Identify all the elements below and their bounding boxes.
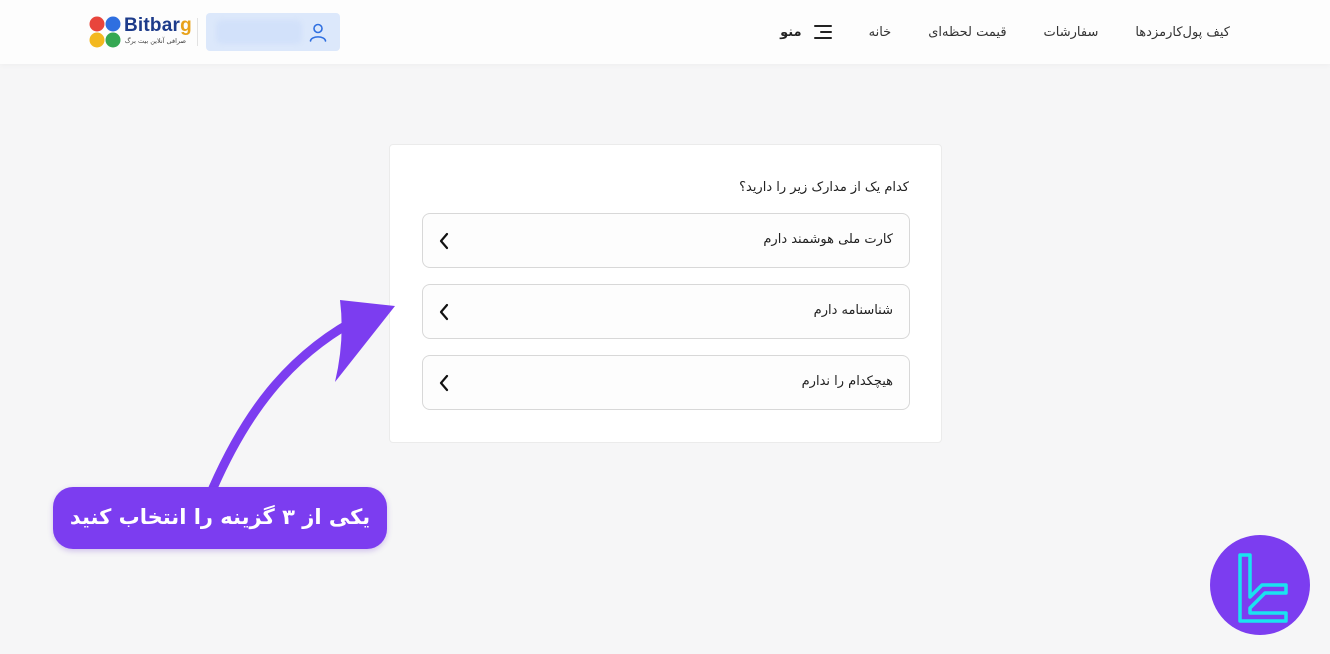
top-header: منو خانه قیمت لحظه‌ای سفارشات کارمزدها ک…	[0, 0, 1330, 64]
document-question-card: کدام یک از مدارک زیر را دارید؟ کارت ملی …	[389, 144, 942, 443]
nav-link-home[interactable]: خانه	[869, 25, 892, 40]
option-label: شناسنامه دارم	[813, 303, 893, 318]
question-title: کدام یک از مدارک زیر را دارید؟	[739, 180, 909, 195]
callout-text: یکی از ۳ گزینه را انتخاب کنید	[69, 505, 371, 529]
bitbarg-logo[interactable]: Bitbarg صرافی آنلاین بیت برگ	[88, 15, 192, 49]
option-label: هیچکدام را ندارم	[801, 374, 893, 389]
account-button[interactable]	[206, 13, 340, 51]
tradingfinder-badge	[1210, 535, 1310, 635]
logo-dots-icon	[89, 16, 121, 48]
nav-menu-button[interactable]: منو	[780, 24, 832, 40]
curved-arrow-icon	[208, 300, 395, 493]
account-name-blurred	[216, 20, 302, 44]
tradingfinder-logo-icon	[1238, 553, 1288, 623]
instruction-callout: یکی از ۳ گزینه را انتخاب کنید	[53, 487, 387, 549]
option-smart-national-card[interactable]: کارت ملی هوشمند دارم	[422, 213, 910, 268]
nav-link-live-price[interactable]: قیمت لحظه‌ای	[928, 25, 1006, 40]
chevron-left-icon	[439, 303, 449, 321]
option-none[interactable]: هیچکدام را ندارم	[422, 355, 910, 410]
hamburger-icon	[812, 24, 832, 40]
chevron-left-icon	[439, 232, 449, 250]
chevron-left-icon	[439, 374, 449, 392]
option-label: کارت ملی هوشمند دارم	[763, 232, 893, 247]
option-birth-certificate[interactable]: شناسنامه دارم	[422, 284, 910, 339]
nav-link-wallet[interactable]: کیف پول	[1183, 25, 1230, 40]
nav-link-fees[interactable]: کارمزدها	[1135, 25, 1182, 40]
main-nav: منو خانه قیمت لحظه‌ای سفارشات کارمزدها ک…	[762, 0, 1230, 64]
nav-link-orders[interactable]: سفارشات	[1044, 25, 1099, 40]
logo-wordmark: Bitbarg	[124, 15, 192, 36]
logo-tagline: صرافی آنلاین بیت برگ	[124, 37, 186, 45]
user-icon	[309, 23, 327, 42]
nav-menu-label: منو	[780, 24, 802, 40]
header-divider	[197, 18, 198, 46]
